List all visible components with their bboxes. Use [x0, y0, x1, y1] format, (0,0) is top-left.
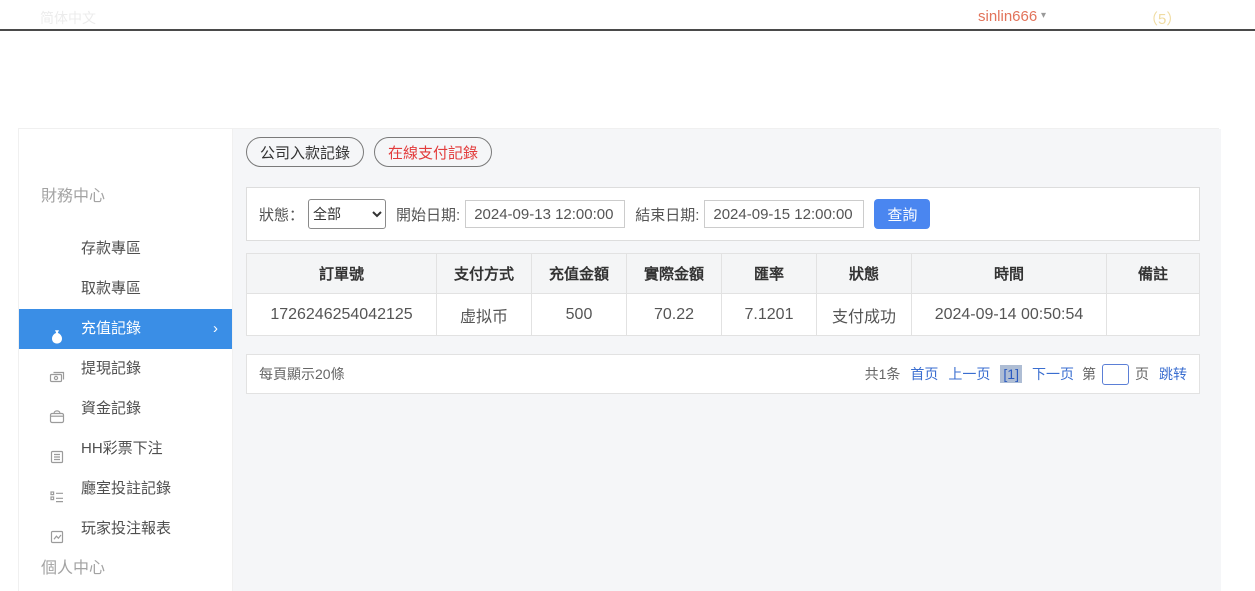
col-time: 時間: [912, 254, 1107, 294]
status-select[interactable]: 全部: [308, 199, 386, 229]
chevron-right-icon: ›: [213, 309, 218, 349]
col-recharge-amount: 充值金額: [532, 254, 627, 294]
username-dropdown[interactable]: sinlin666: [978, 8, 1037, 25]
table-header-row: 訂單號 支付方式 充值金額 實際金額 匯率 狀態 時間 備註: [247, 254, 1200, 294]
pagination-bar: 每頁顯示20條 共1条 首页 上一页 [1] 下一页 第 页 跳转: [246, 354, 1200, 394]
sidebar-section-finance[interactable]: 財務中心: [19, 185, 232, 209]
sidebar-item-room-bet-records[interactable]: 廳室投註記錄: [19, 469, 232, 509]
current-page-indicator[interactable]: [1]: [1000, 365, 1022, 383]
sidebar-item-deposit-zone[interactable]: 存款專區: [19, 229, 232, 269]
sidebar-item-withdrawal-records[interactable]: 提現記錄: [19, 349, 232, 389]
cell-recharge-amount: 500: [532, 294, 627, 336]
record-tabs: 公司入款記錄 在線支付記錄: [246, 137, 1200, 167]
list-icon: [49, 481, 65, 497]
cell-actual-amount: 70.22: [627, 294, 722, 336]
start-date-label: 開始日期:: [396, 204, 460, 225]
status-label: 狀態：: [259, 204, 304, 225]
first-page-link[interactable]: 首页: [910, 364, 938, 384]
cell-order-number: 1726246254042125: [247, 294, 437, 336]
total-count-text: 共1条: [865, 364, 901, 384]
col-status: 狀態: [817, 254, 912, 294]
per-page-text: 每頁顯示20條: [259, 364, 345, 384]
end-date-input[interactable]: [704, 200, 864, 228]
cell-exchange-rate: 7.1201: [722, 294, 817, 336]
wallet-icon: [49, 401, 65, 417]
main-panel: 財務中心 存款專區 取款專區 充值記錄 › 提現記錄 資金記錄: [18, 128, 1219, 591]
prev-page-link[interactable]: 上一页: [948, 364, 990, 384]
next-page-link[interactable]: 下一页: [1032, 364, 1074, 384]
sidebar-item-label: 廳室投註記錄: [81, 480, 171, 497]
sidebar-item-label: 充值記錄: [81, 320, 141, 337]
sidebar: 財務中心 存款專區 取款專區 充值記錄 › 提現記錄 資金記錄: [19, 129, 233, 591]
sidebar-item-label: HH彩票下注: [81, 440, 163, 457]
col-exchange-rate: 匯率: [722, 254, 817, 294]
sidebar-item-label: 玩家投注報表: [81, 520, 171, 537]
jump-suffix-text: 页: [1135, 364, 1149, 384]
cell-payment-method: 虚拟币: [437, 294, 532, 336]
sidebar-item-label: 提現記錄: [81, 360, 141, 377]
page-jump-input[interactable]: [1102, 364, 1129, 385]
message-count-badge[interactable]: （5）: [1143, 8, 1181, 29]
search-button[interactable]: 查詢: [874, 199, 930, 229]
sidebar-item-label: 資金記錄: [81, 400, 141, 417]
moneybag-icon: [49, 321, 65, 337]
jump-link[interactable]: 跳转: [1159, 364, 1187, 384]
tab-online-payment-records[interactable]: 在線支付記錄: [374, 137, 492, 167]
banknotes-icon: [49, 361, 65, 377]
sidebar-item-withdraw-zone[interactable]: 取款專區: [19, 269, 232, 309]
col-order-number: 訂單號: [247, 254, 437, 294]
sidebar-item-label: 取款專區: [81, 280, 141, 297]
document-icon: [49, 441, 65, 457]
col-payment-method: 支付方式: [437, 254, 532, 294]
jump-prefix-text: 第: [1082, 364, 1096, 384]
cell-remark: [1107, 294, 1200, 336]
sidebar-item-hh-lottery-bets[interactable]: HH彩票下注: [19, 429, 232, 469]
tab-company-deposit-records[interactable]: 公司入款記錄: [246, 137, 364, 167]
cell-status: 支付成功: [817, 294, 912, 336]
table-row: 1726246254042125 虚拟币 500 70.22 7.1201 支付…: [247, 294, 1200, 336]
content-area: 公司入款記錄 在線支付記錄 狀態： 全部 開始日期: 結束日期: 查詢 訂單號 …: [233, 129, 1221, 591]
filter-bar: 狀態： 全部 開始日期: 結束日期: 查詢: [246, 187, 1200, 241]
chevron-down-icon[interactable]: ▾: [1041, 10, 1046, 21]
sidebar-item-funds-records[interactable]: 資金記錄: [19, 389, 232, 429]
cell-time: 2024-09-14 00:50:54: [912, 294, 1107, 336]
col-actual-amount: 實際金額: [627, 254, 722, 294]
start-date-input[interactable]: [465, 200, 625, 228]
col-remark: 備註: [1107, 254, 1200, 294]
top-bar: 简体中文 sinlin666 ▾ （5）: [0, 0, 1255, 31]
sidebar-item-label: 存款專區: [81, 240, 141, 257]
records-table: 訂單號 支付方式 充值金額 實際金額 匯率 狀態 時間 備註 172624625…: [246, 253, 1200, 336]
chart-icon: [49, 521, 65, 537]
sidebar-item-player-bet-report[interactable]: 玩家投注報表: [19, 509, 232, 549]
sidebar-section-personal[interactable]: 個人中心: [19, 557, 232, 581]
sidebar-item-recharge-records[interactable]: 充值記錄 ›: [19, 309, 232, 349]
language-switcher[interactable]: 简体中文: [40, 8, 96, 28]
end-date-label: 結束日期:: [635, 204, 699, 225]
